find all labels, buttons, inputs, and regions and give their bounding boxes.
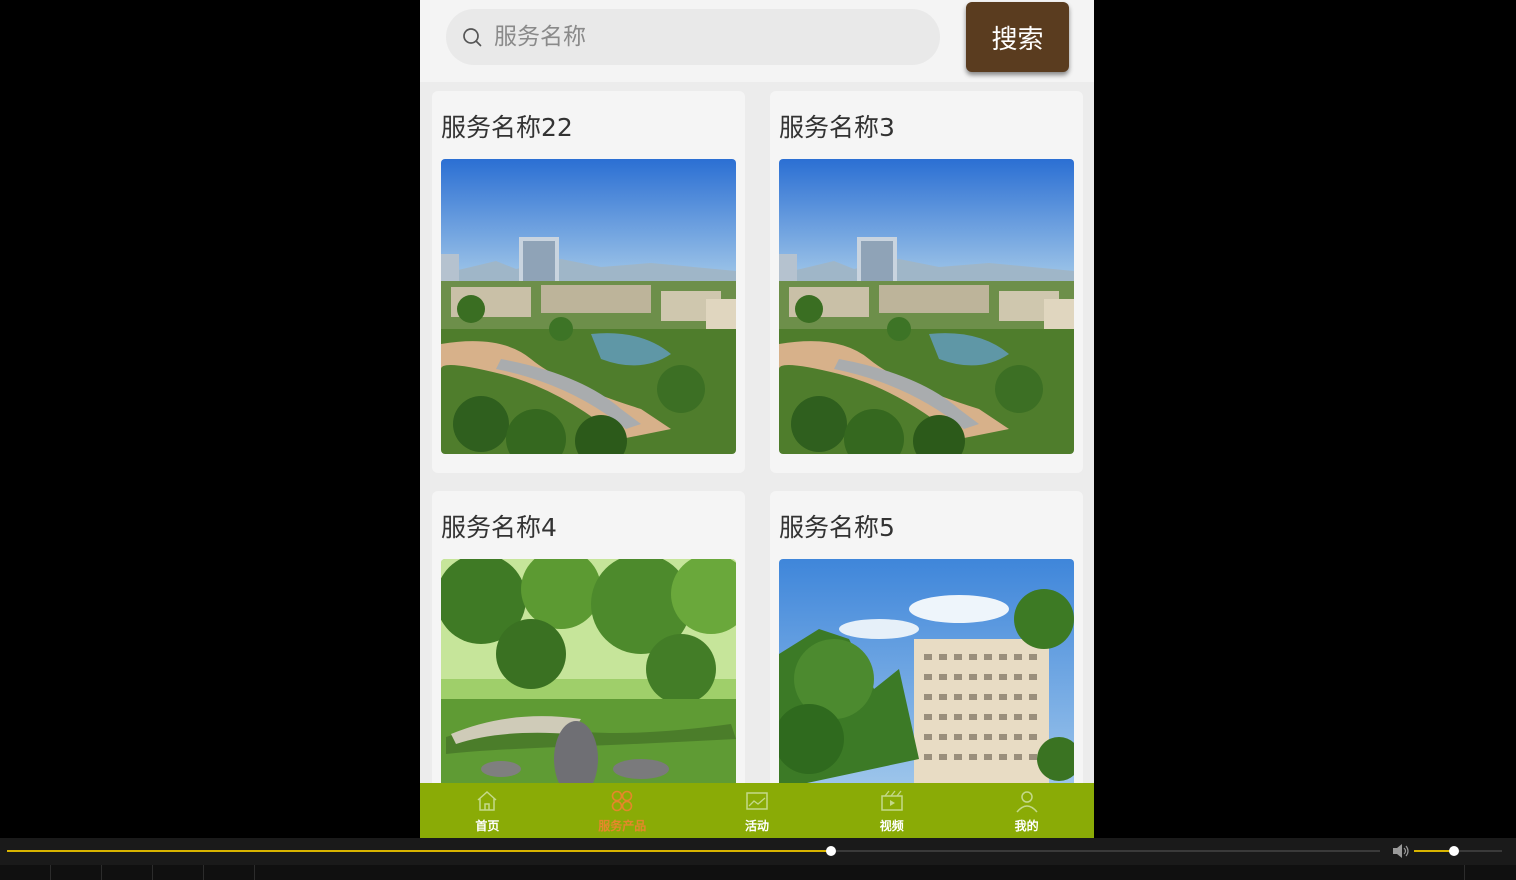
volume-handle[interactable]	[1448, 846, 1459, 856]
progress-handle[interactable]	[825, 846, 836, 856]
tab-label: 服务产品	[598, 819, 647, 833]
service-name: 服务名称4	[441, 513, 557, 542]
tab-mine[interactable]: 我的	[959, 783, 1094, 838]
user-icon	[1016, 791, 1038, 813]
bottom-tab-bar: 首页 服务产品 活动 视频 我的	[420, 783, 1094, 838]
progress-fill	[7, 850, 831, 852]
service-name: 服务名称5	[779, 513, 895, 542]
service-image-campus[interactable]	[441, 159, 736, 454]
grid-icon	[611, 790, 633, 812]
volume-track[interactable]	[1414, 846, 1502, 856]
service-name: 服务名称3	[779, 113, 895, 142]
status-strip	[0, 865, 1516, 880]
volume-icon[interactable]	[1392, 843, 1410, 859]
search-field[interactable]	[446, 9, 940, 65]
service-card[interactable]: 服务名称22	[432, 91, 745, 473]
search-input[interactable]	[494, 17, 914, 57]
tab-service-products[interactable]: 服务产品	[555, 783, 690, 838]
strip-divider	[254, 865, 255, 880]
tab-label: 首页	[475, 819, 500, 833]
service-image-campus[interactable]	[779, 159, 1074, 454]
strip-divider	[1464, 865, 1465, 880]
strip-divider	[203, 865, 204, 880]
video-icon	[881, 790, 903, 811]
app-screen: 搜索 服务名称22	[420, 0, 1094, 838]
strip-divider	[101, 865, 102, 880]
strip-divider	[152, 865, 153, 880]
search-button[interactable]: 搜索	[966, 2, 1069, 72]
volume-fill	[1414, 850, 1454, 852]
tab-label: 我的	[1014, 819, 1039, 833]
search-icon	[463, 28, 482, 47]
home-icon	[477, 790, 497, 811]
picture-icon	[746, 792, 768, 810]
campus-aerial-photo	[779, 159, 1074, 454]
tab-home[interactable]: 首页	[420, 783, 555, 838]
tab-videos[interactable]: 视频	[824, 783, 959, 838]
tab-label: 视频	[879, 819, 904, 833]
service-name: 服务名称22	[441, 113, 573, 142]
search-bar: 搜索	[420, 0, 1094, 82]
service-card[interactable]: 服务名称3	[770, 91, 1083, 473]
strip-divider	[50, 865, 51, 880]
campus-aerial-photo	[441, 159, 736, 454]
progress-track[interactable]	[7, 846, 1380, 856]
tab-label: 活动	[744, 819, 769, 833]
tab-activities[interactable]: 活动	[690, 783, 825, 838]
